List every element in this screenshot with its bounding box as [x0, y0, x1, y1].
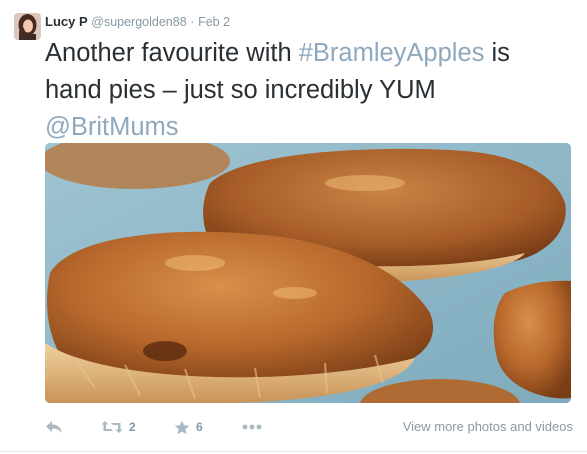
favorite-count: 6: [196, 420, 203, 434]
hand-pies-photo: [45, 143, 571, 403]
tweet-header: Lucy P @supergolden88 · Feb 2: [45, 14, 230, 29]
reply-button[interactable]: [45, 416, 63, 438]
display-name[interactable]: Lucy P: [45, 14, 88, 29]
reply-icon: [45, 420, 63, 434]
user-handle[interactable]: @supergolden88: [91, 15, 186, 29]
tweet-timestamp[interactable]: Feb 2: [198, 15, 230, 29]
tweet-photo[interactable]: [45, 143, 571, 403]
mention-link[interactable]: @BritMums: [45, 113, 179, 141]
more-button[interactable]: [242, 416, 262, 438]
divider: [0, 451, 587, 452]
favorite-button[interactable]: 6: [174, 416, 203, 438]
hashtag-link[interactable]: #BramleyApples: [299, 39, 485, 67]
retweet-count: 2: [129, 420, 136, 434]
avatar[interactable]: [14, 13, 41, 40]
tweet-card: Lucy P @supergolden88 · Feb 2 Another fa…: [0, 0, 587, 454]
tweet-text-part: Another favourite with: [45, 39, 299, 67]
tweet-text: Another favourite with #BramleyApples is…: [45, 35, 565, 146]
view-more-media-link[interactable]: View more photos and videos: [403, 419, 573, 434]
retweet-button[interactable]: 2: [101, 416, 136, 438]
more-dots-icon: [242, 424, 262, 430]
separator-dot: ·: [190, 15, 195, 29]
tweet-actions: 2 6 View more photos and videos: [45, 416, 573, 438]
retweet-icon: [101, 420, 123, 434]
star-icon: [174, 420, 190, 435]
